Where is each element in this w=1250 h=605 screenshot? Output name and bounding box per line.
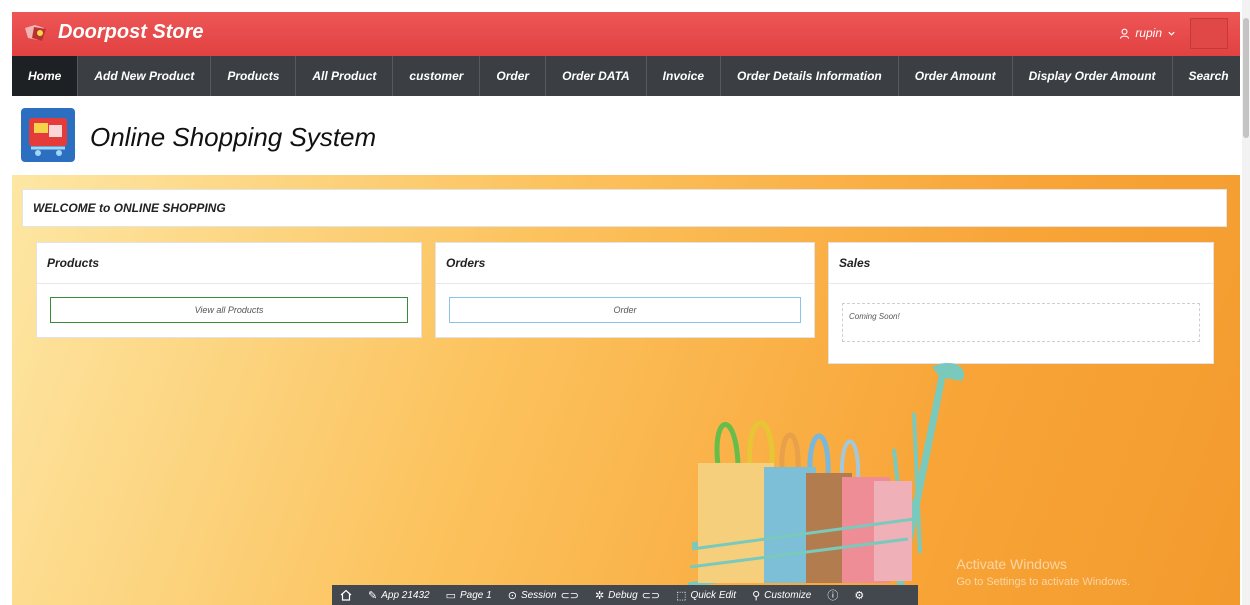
toggle-icon: ⊂⊃ — [641, 589, 661, 602]
menu-toggle-button[interactable] — [1190, 18, 1228, 49]
nav-item-home[interactable]: Home — [12, 56, 79, 96]
page-icon: ▭ — [445, 589, 457, 602]
customize-icon: ⚲ — [752, 589, 761, 602]
user-menu[interactable]: rupin — [1119, 26, 1176, 40]
shopping-cart-bags-image — [687, 362, 964, 588]
store-logo-icon — [25, 24, 46, 41]
watermark-subtitle: Go to Settings to activate Windows. — [956, 576, 1130, 588]
top-header: Doorpost Store rupin — [12, 12, 1240, 56]
orders-card-title: Orders — [436, 243, 814, 284]
user-name: rupin — [1135, 26, 1162, 40]
windows-activation-watermark: Activate Windows Go to Settings to activ… — [956, 555, 1130, 591]
nav-item-all-product[interactable]: All Product — [296, 56, 394, 96]
nav-item-order-amount[interactable]: Order Amount — [899, 56, 1013, 96]
devbar-home[interactable] — [332, 589, 360, 601]
nav-item-products[interactable]: Products — [211, 56, 297, 96]
user-icon — [1120, 28, 1130, 39]
shopping-cart-icon — [29, 118, 67, 156]
devbar-app[interactable]: ✎ App 21432 — [360, 589, 438, 602]
devbar-session-label: Session — [520, 589, 557, 601]
chevron-down-icon — [1168, 31, 1175, 36]
sales-card-title: Sales — [829, 243, 1213, 284]
nav-item-order[interactable]: Order — [480, 56, 547, 96]
nav-item-search[interactable]: Search — [1173, 56, 1246, 96]
nav-item-invoice[interactable]: Invoice — [647, 56, 722, 96]
nav-item-order-details-information[interactable]: Order Details Information — [721, 56, 899, 96]
order-button[interactable]: Order — [449, 297, 801, 323]
devbar-debug-label: Debug — [608, 589, 638, 601]
welcome-banner: WELCOME to ONLINE SHOPPING — [22, 189, 1227, 227]
main-nav: Home Add New Product Products All Produc… — [12, 56, 1246, 96]
orders-card: Orders Order — [435, 242, 815, 338]
devbar-quick-edit-label: Quick Edit — [690, 589, 737, 601]
scrollbar-thumb[interactable] — [1243, 18, 1249, 138]
devbar-quick-edit[interactable]: ⬚ Quick Edit — [668, 589, 744, 602]
toggle-icon: ⊂⊃ — [560, 589, 579, 602]
home-region: WELCOME to ONLINE SHOPPING Products View… — [12, 175, 1240, 605]
info-icon: ⓘ — [827, 590, 839, 602]
vertical-scrollbar[interactable] — [1242, 0, 1250, 605]
devbar-info[interactable]: ⓘ — [819, 587, 846, 603]
edit-icon: ✎ — [368, 589, 378, 602]
bug-icon: ✲ — [594, 589, 605, 602]
page-title: Online Shopping System — [90, 122, 377, 152]
home-icon — [340, 589, 352, 601]
gear-icon: ⚙ — [854, 589, 865, 602]
devbar-settings[interactable]: ⚙ — [846, 589, 872, 602]
watermark-title: Activate Windows — [956, 556, 1067, 572]
sales-card: Sales Coming Soon! — [828, 242, 1214, 364]
devbar-page[interactable]: ▭ Page 1 — [438, 589, 500, 602]
coming-soon-text: Coming Soon! — [842, 303, 1200, 342]
developer-toolbar: ✎ App 21432 ▭ Page 1 ⊙ Session ⊂⊃ ✲ Debu… — [332, 585, 918, 605]
nav-item-order-data[interactable]: Order DATA — [546, 56, 647, 96]
products-card: Products View all Products — [36, 242, 422, 338]
quick-edit-icon: ⬚ — [676, 589, 687, 602]
devbar-page-label: Page 1 — [460, 589, 492, 601]
nav-item-add-new-product[interactable]: Add New Product — [78, 56, 212, 96]
brand-name: Doorpost Store — [58, 21, 204, 43]
devbar-debug[interactable]: ✲ Debug ⊂⊃ — [587, 589, 668, 602]
nav-item-display-order-amount[interactable]: Display Order Amount — [1013, 56, 1173, 96]
devbar-session[interactable]: ⊙ Session ⊂⊃ — [500, 589, 587, 602]
devbar-app-label: App 21432 — [381, 589, 430, 601]
nav-item-customer[interactable]: customer — [393, 56, 481, 96]
session-icon: ⊙ — [507, 589, 517, 602]
brand[interactable]: Doorpost Store — [22, 21, 204, 44]
view-all-products-button[interactable]: View all Products — [50, 297, 408, 323]
products-card-title: Products — [37, 243, 421, 284]
app-logo — [21, 108, 75, 162]
devbar-customize[interactable]: ⚲ Customize — [744, 589, 819, 602]
devbar-customize-label: Customize — [764, 589, 812, 601]
